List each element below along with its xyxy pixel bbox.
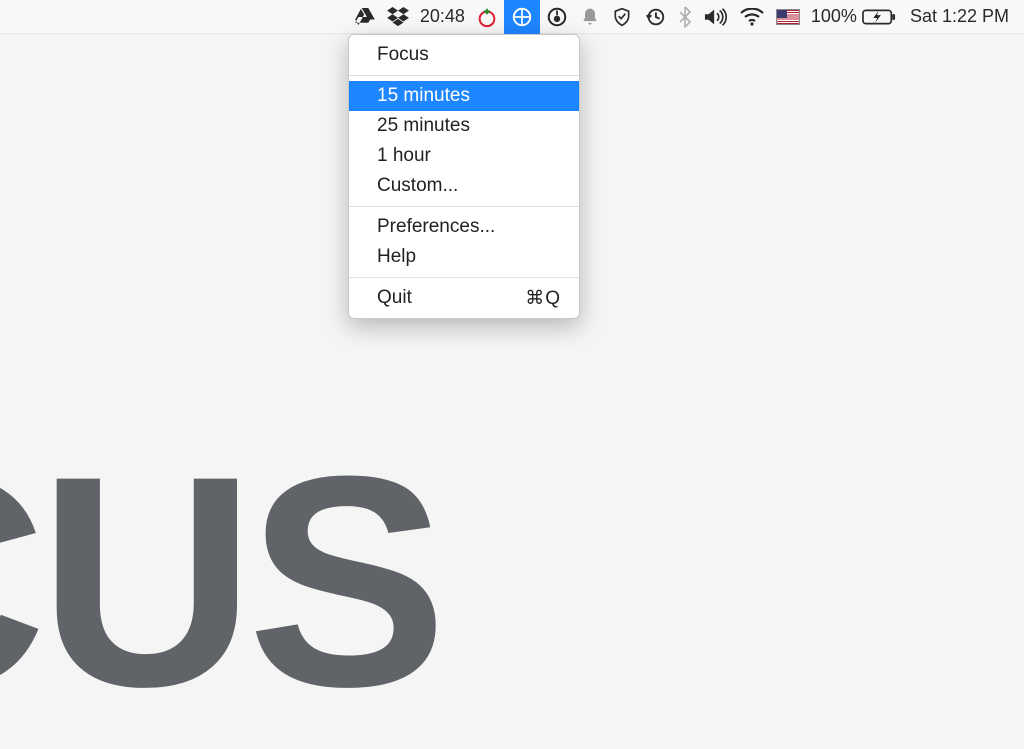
menu-title: Focus <box>349 40 579 70</box>
battery-percentage[interactable]: 100% <box>806 0 862 34</box>
menubar: 20:48 100% Sat 1:22 PM <box>0 0 1024 34</box>
tomato-icon[interactable] <box>470 0 504 34</box>
menu-item-25-minutes[interactable]: 25 minutes <box>349 111 579 141</box>
volume-icon[interactable] <box>698 0 734 34</box>
menu-separator <box>349 75 579 76</box>
battery-charging-icon[interactable] <box>862 0 902 34</box>
time-machine-icon[interactable] <box>638 0 672 34</box>
avocode-icon[interactable] <box>540 0 574 34</box>
menu-item-quit[interactable]: Quit ⌘Q <box>349 283 579 313</box>
menu-item-15-minutes[interactable]: 15 minutes <box>349 81 579 111</box>
background-word: CUS <box>0 431 439 731</box>
focus-dropdown-menu: Focus 15 minutes 25 minutes 1 hour Custo… <box>348 34 580 319</box>
input-source-flag[interactable] <box>770 0 806 34</box>
dropbox-icon[interactable] <box>381 0 415 34</box>
menu-separator <box>349 277 579 278</box>
timer-text[interactable]: 20:48 <box>415 0 470 34</box>
menu-item-quit-shortcut: ⌘Q <box>525 287 561 310</box>
shield-check-icon[interactable] <box>606 0 638 34</box>
clock[interactable]: Sat 1:22 PM <box>902 0 1014 34</box>
wifi-icon[interactable] <box>734 0 770 34</box>
menu-separator <box>349 206 579 207</box>
menu-item-1-hour[interactable]: 1 hour <box>349 141 579 171</box>
focus-app-icon[interactable] <box>504 0 540 34</box>
notifications-icon[interactable] <box>574 0 606 34</box>
google-drive-icon[interactable] <box>349 0 381 34</box>
menu-item-custom[interactable]: Custom... <box>349 171 579 201</box>
bluetooth-icon[interactable] <box>672 0 698 34</box>
menu-item-quit-label: Quit <box>377 287 412 309</box>
menu-item-preferences[interactable]: Preferences... <box>349 212 579 242</box>
menu-item-help[interactable]: Help <box>349 242 579 272</box>
